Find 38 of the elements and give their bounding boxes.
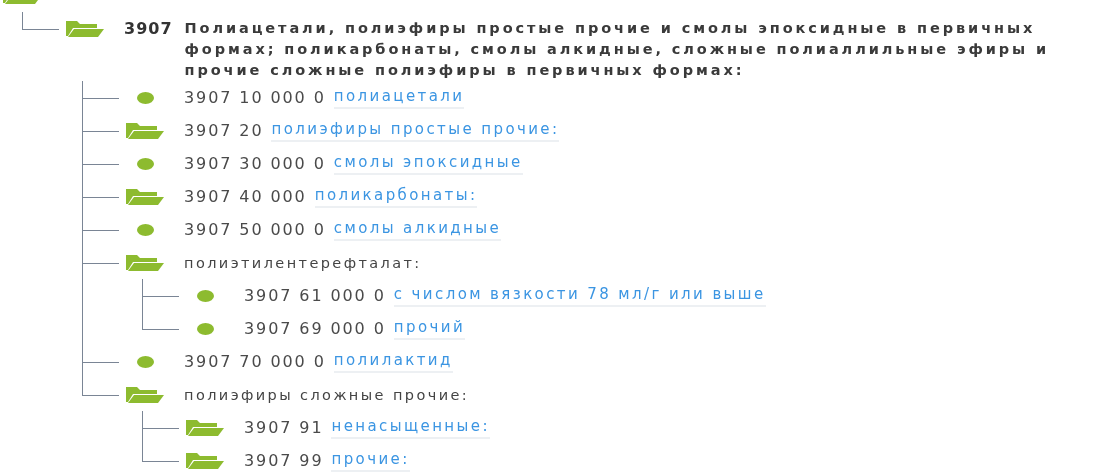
group-label: полиэтилентерефталат: bbox=[184, 254, 422, 271]
code-text: 3907 20 bbox=[184, 120, 264, 141]
bullet-icon bbox=[196, 289, 214, 302]
folder-icon bbox=[125, 254, 165, 271]
code-text: 3907 99 bbox=[244, 450, 324, 471]
code-text: 3907 50 000 0 bbox=[184, 219, 326, 240]
code-text: 3907 30 000 0 bbox=[184, 153, 326, 174]
bullet-icon bbox=[136, 355, 154, 368]
bullet-icon bbox=[136, 157, 154, 170]
code-text: 3907 bbox=[124, 18, 173, 39]
category-link[interactable]: поликарбонаты: bbox=[314, 185, 478, 208]
category-link[interactable]: прочий bbox=[393, 317, 466, 340]
category-link[interactable]: полиацетали bbox=[333, 86, 465, 109]
code-text: 3907 40 000 bbox=[184, 186, 307, 207]
bullet-icon bbox=[136, 91, 154, 104]
bullet-icon bbox=[136, 223, 154, 236]
code-text: 3907 69 000 0 bbox=[244, 318, 386, 339]
category-link[interactable]: полиэфиры простые прочие: bbox=[271, 119, 560, 142]
category-link[interactable]: полилактид bbox=[333, 350, 453, 373]
folder-icon bbox=[125, 386, 165, 403]
heading-text: Полиацетали, полиэфиры простые прочие и смолы эпоксидные в первичных формах; поликарбонаты, смолы алкидные, сложные полиаллильные эфиры и прочие сложные полиэфиры в первичных формах: bbox=[184, 19, 1051, 80]
code-text: 3907 10 000 0 bbox=[184, 87, 326, 108]
connector-line bbox=[22, 12, 59, 30]
code-text: 3907 70 000 0 bbox=[184, 351, 326, 372]
folder-icon bbox=[185, 452, 225, 469]
group-label: полиэфиры сложные прочие: bbox=[184, 386, 470, 403]
category-link[interactable]: прочие: bbox=[331, 449, 410, 472]
folder-icon bbox=[125, 188, 165, 205]
folder-icon bbox=[185, 419, 225, 436]
category-link[interactable]: ненасыщенные: bbox=[331, 416, 490, 439]
folder-icon bbox=[125, 122, 165, 139]
category-link[interactable]: смолы алкидные bbox=[333, 218, 502, 241]
category-link[interactable]: смолы эпоксидные bbox=[333, 152, 523, 175]
bullet-icon bbox=[196, 322, 214, 335]
code-text: 3907 61 000 0 bbox=[244, 285, 386, 306]
folder-icon bbox=[65, 20, 105, 37]
code-text: 3907 91 bbox=[244, 417, 324, 438]
category-link[interactable]: с числом вязкости 78 мл/г или выше bbox=[393, 284, 766, 307]
